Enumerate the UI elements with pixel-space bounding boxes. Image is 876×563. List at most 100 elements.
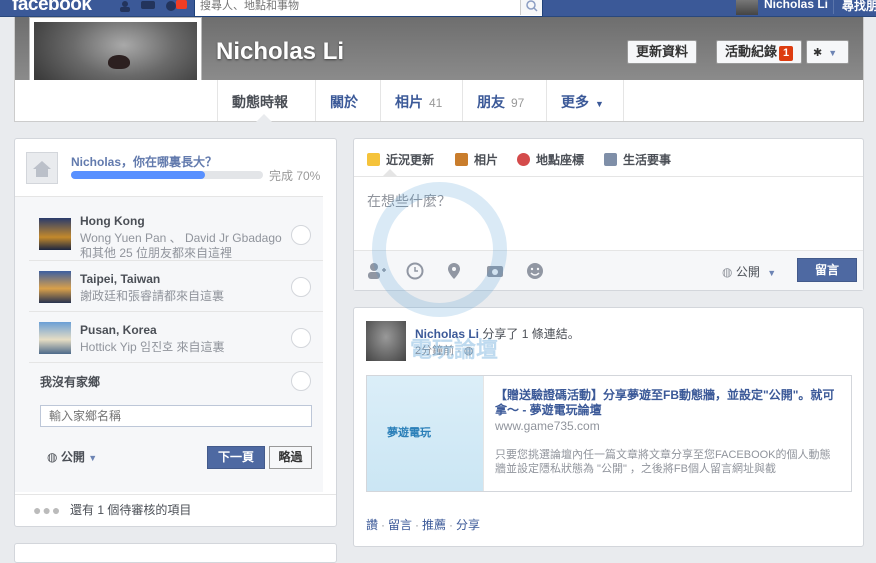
search-input[interactable] — [195, 0, 515, 14]
option-friends: Wong Yuen Pan 、 David Jr Gbadago — [80, 231, 282, 245]
home-icon — [26, 152, 58, 184]
friend-requests-icon[interactable] — [118, 0, 132, 12]
hometown-radio[interactable] — [291, 225, 311, 245]
top-navigation-bar: facebook Nicholas Li 尋找朋友 — [0, 0, 876, 17]
link-url: www.game735.com — [495, 419, 600, 433]
composer-tab-life-event[interactable]: 生活要事 — [604, 151, 671, 168]
skip-button[interactable]: 略過 — [269, 446, 312, 469]
separator: · — [415, 518, 420, 532]
divider — [833, 0, 834, 14]
hometown-question: Nicholas，你在哪裏長大？ — [71, 155, 218, 169]
option-friends: Hottick Yip 임진호 來自這裏 — [80, 340, 225, 354]
link-image-text: 夢遊電玩 — [387, 427, 431, 439]
hometown-input[interactable] — [40, 405, 312, 427]
separator: · — [381, 518, 386, 532]
cat-nose — [108, 55, 130, 69]
option-friends-more: 和其他 25 位朋友都來自這裡 — [80, 246, 233, 260]
progress-fill — [71, 171, 206, 179]
option-name: Taipei, Taiwan — [80, 272, 161, 286]
hong-kong-thumbnail — [39, 218, 71, 250]
active-tab-pointer — [256, 114, 272, 122]
update-info-button[interactable]: 更新資料 — [627, 40, 698, 64]
activity-log-button[interactable]: 活動紀錄 1 — [716, 40, 803, 64]
facebook-logo[interactable]: facebook — [12, 0, 92, 16]
recommend-link[interactable]: 推薦 — [422, 518, 446, 532]
link-thumbnail: 夢遊電玩 — [367, 376, 484, 491]
profile-progress-bar — [71, 171, 263, 179]
profile-name[interactable]: Nicholas Li — [216, 38, 344, 66]
composer-tab-place[interactable]: 地點座標 — [517, 151, 584, 168]
photo-icon — [455, 153, 468, 166]
tab-label: 更多 — [561, 94, 589, 110]
search-bar — [194, 0, 543, 17]
option-friends: 謝政廷和張睿請都來自這裏 — [80, 289, 225, 303]
next-button[interactable]: 下一頁 — [207, 446, 265, 469]
composer-tab-photo[interactable]: 相片 — [455, 151, 498, 168]
tab-label: 朋友 — [477, 94, 505, 110]
progress-label: 完成 70% — [269, 169, 321, 183]
pending-items-link[interactable]: ●●● 還有 1 個待審核的項目 — [15, 494, 336, 526]
active-tab-pointer — [382, 169, 398, 177]
gear-icon: ✱ — [813, 47, 823, 59]
option-name: Hong Kong — [80, 214, 145, 228]
search-icon — [526, 0, 538, 12]
separator: · — [449, 518, 454, 532]
chevron-down-icon: ▼ — [88, 453, 98, 463]
privacy-label: 公開 — [60, 450, 85, 464]
settings-dropdown-button[interactable]: ✱ ▼ — [806, 40, 849, 64]
hometown-option-hong-kong[interactable]: Hong Kong Wong Yuen Pan 、 David Jr Gbada… — [29, 204, 323, 261]
next-card — [14, 543, 337, 563]
tab-label: 動態時報 — [232, 94, 288, 110]
share-link[interactable]: 分享 — [456, 518, 480, 532]
link-preview[interactable]: 夢遊電玩 【贈送驗證碼活動】分享夢遊至FB動態牆，並設定"公開"。就可拿～ - … — [366, 375, 852, 492]
hometown-option-pusan[interactable]: Pusan, Korea Hottick Yip 임진호 來自這裏 — [29, 313, 323, 363]
option-name: Pusan, Korea — [80, 323, 157, 337]
post-button[interactable]: 留言 — [797, 258, 857, 282]
no-hometown-radio[interactable] — [291, 371, 311, 391]
activity-count-badge: 1 — [779, 46, 794, 61]
tab-more[interactable]: 更多 ▼ — [546, 80, 624, 121]
photos-count: 41 — [429, 96, 443, 110]
privacy-selector[interactable]: ◍ 公開 ▼ — [47, 448, 97, 465]
user-avatar[interactable] — [736, 0, 758, 15]
chevron-down-icon: ▼ — [828, 48, 838, 58]
tab-label: 關於 — [330, 94, 358, 110]
hometown-radio[interactable] — [291, 328, 311, 348]
link-title[interactable]: 【贈送驗證碼活動】分享夢遊至FB動態牆，並設定"公開"。就可拿～ - 夢遊電玩論… — [495, 388, 845, 418]
composer-tab-status[interactable]: 近況更新 — [367, 151, 434, 168]
life-event-icon — [604, 153, 617, 166]
chevron-down-icon: ▼ — [767, 268, 777, 278]
story-actions: 讚 · 留言 · 推薦 · 分享 — [366, 516, 480, 533]
comment-link[interactable]: 留言 — [388, 518, 412, 532]
taipei-thumbnail — [39, 271, 71, 303]
user-name-link[interactable]: Nicholas Li — [764, 0, 828, 11]
search-button[interactable] — [520, 0, 542, 15]
find-friends-link[interactable]: 尋找朋友 — [842, 0, 876, 14]
story-author-avatar[interactable] — [366, 321, 406, 361]
tab-friends[interactable]: 朋友 97 — [462, 80, 546, 121]
emoticon-icon[interactable] — [526, 262, 544, 280]
privacy-label: 公開 — [735, 265, 760, 279]
pusan-thumbnail — [39, 322, 71, 354]
no-hometown-label[interactable]: 我沒有家鄉 — [40, 373, 100, 390]
hometown-radio[interactable] — [291, 277, 311, 297]
tab-label: 地點座標 — [536, 153, 585, 167]
tab-about[interactable]: 關於 — [315, 80, 380, 121]
pending-label: 還有 1 個待審核的項目 — [70, 503, 192, 517]
composer-privacy-selector[interactable]: ◍ 公開 ▼ — [722, 263, 776, 280]
watermark-text: 電玩論壇 — [410, 337, 499, 362]
notification-badge — [176, 0, 187, 9]
link-description: 只要您挑選論壇內任一篇文章將文章分享至您FACEBOOK的個人動態牆並設定隱私狀… — [495, 449, 831, 475]
messages-icon[interactable] — [140, 0, 155, 12]
hometown-option-taipei[interactable]: Taipei, Taiwan 謝政廷和張睿請都來自這裏 — [29, 262, 323, 312]
tab-label: 相片 — [395, 94, 423, 110]
activity-log-label: 活動紀錄 — [725, 44, 778, 59]
more-dots-icon: ●●● — [33, 502, 62, 518]
globe-icon: ◍ — [47, 450, 58, 464]
tab-photos[interactable]: 相片 41 — [380, 80, 462, 121]
like-link[interactable]: 讚 — [366, 518, 378, 532]
tab-label: 生活要事 — [623, 153, 672, 167]
globe-icon: ◍ — [722, 265, 733, 279]
chevron-down-icon: ▼ — [595, 99, 604, 109]
status-icon — [367, 153, 380, 166]
